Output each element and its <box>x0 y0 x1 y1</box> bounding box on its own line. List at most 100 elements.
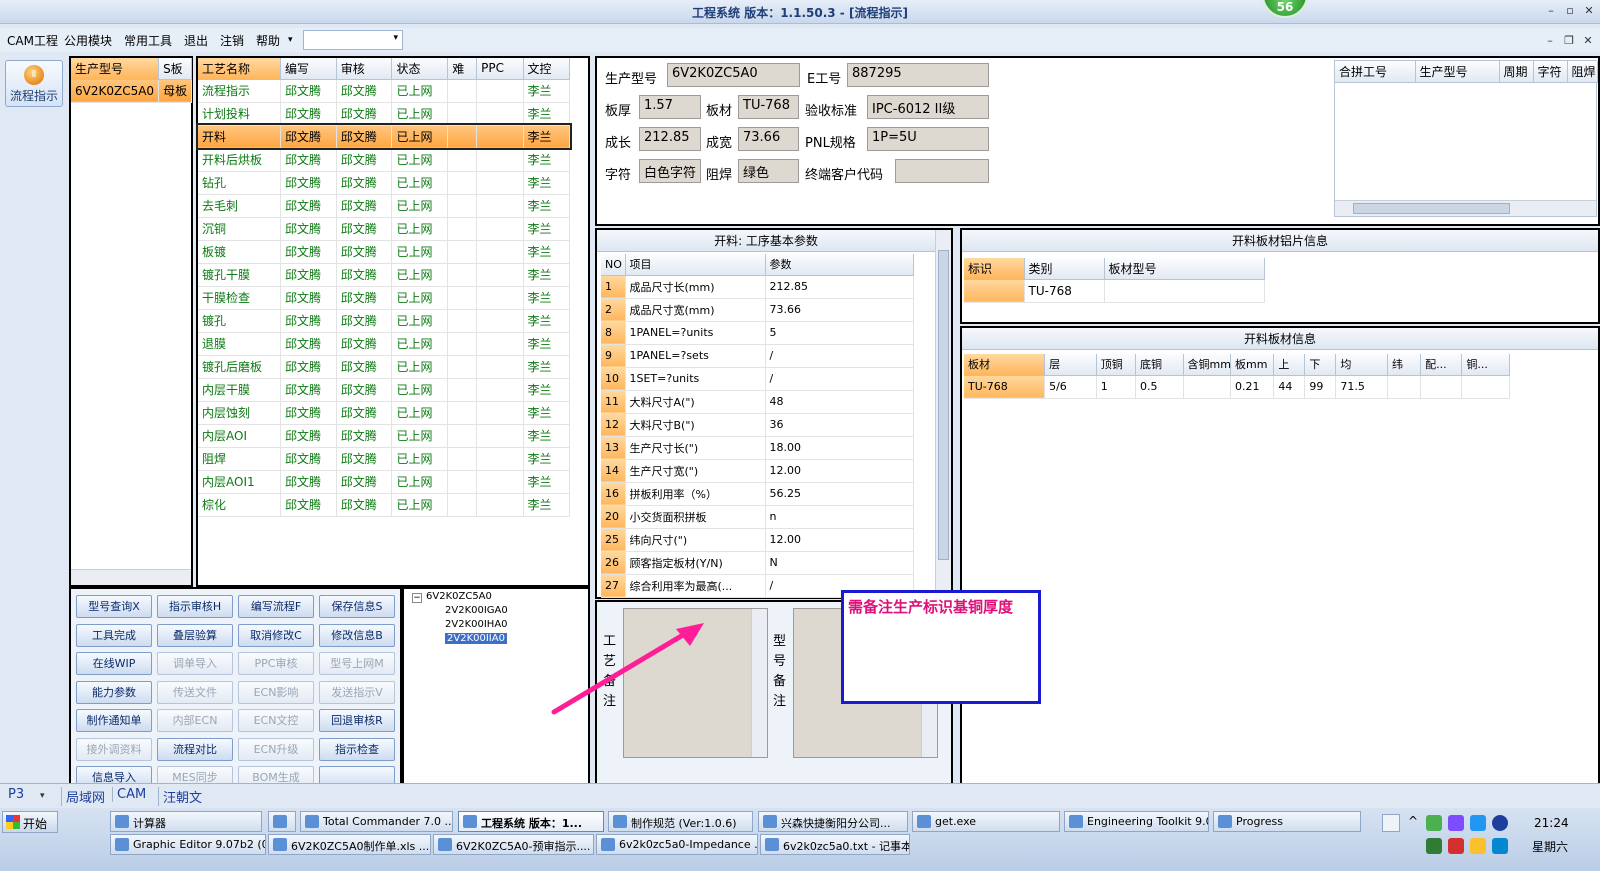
col-header[interactable]: 配... <box>1420 354 1463 376</box>
action-button[interactable]: 型号查询X <box>76 595 152 618</box>
table-row[interactable]: 镀孔干膜 邱文腾 邱文腾 已上网 李兰 <box>198 263 571 287</box>
action-button[interactable]: 接外调资料 <box>76 737 152 761</box>
table-row[interactable]: 干膜检查 邱文腾 邱文腾 已上网 李兰 <box>198 286 571 310</box>
vertical-scrollbar[interactable] <box>751 609 767 757</box>
taskbar-button[interactable]: 计算器 <box>110 811 262 832</box>
table-row[interactable]: 内层干膜 邱文腾 邱文腾 已上网 李兰 <box>198 378 571 402</box>
field-length[interactable]: 212.85 <box>639 127 701 151</box>
menu-common-tools[interactable]: 常用工具 <box>124 32 172 49</box>
col-header[interactable]: PPC <box>476 58 524 80</box>
tray-alert-icon[interactable] <box>1470 838 1486 854</box>
action-button[interactable]: 叠层验算 <box>157 623 233 647</box>
col-header[interactable]: 工艺名称 <box>198 58 282 80</box>
action-button[interactable]: ECN影响 <box>238 680 314 704</box>
col-header[interactable]: 难 <box>447 58 478 80</box>
shield-icon[interactable] <box>1426 838 1442 854</box>
col-header[interactable]: 周期 <box>1499 61 1534 83</box>
table-row[interactable]: 内层AOI 邱文腾 邱文腾 已上网 李兰 <box>198 424 571 448</box>
col-header[interactable]: 审核 <box>336 58 393 80</box>
tree-node[interactable]: 2V2K00IHA0 <box>445 619 508 630</box>
action-button[interactable]: 保存信息S <box>319 595 395 618</box>
table-row[interactable]: 6V2K0ZC5A0 母板 <box>71 79 193 103</box>
action-button[interactable]: 编写流程F <box>238 595 314 618</box>
menu-overflow-icon[interactable]: ▾ <box>288 35 293 45</box>
horizontal-scrollbar[interactable] <box>71 569 191 585</box>
taskbar-button[interactable]: 6V2K0ZC5A0-预审指示.... <box>433 834 594 855</box>
table-row[interactable]: 9 1PANEL=?sets / <box>601 344 914 368</box>
table-row[interactable]: 11 大料尺寸A(") 48 <box>601 390 914 414</box>
taskbar-button[interactable]: 工程系统 版本：1... <box>458 811 604 832</box>
taskbar-button[interactable]: Progress <box>1213 811 1361 832</box>
col-header[interactable]: 顶铜 <box>1096 354 1136 376</box>
menu-exit[interactable]: 退出 <box>184 32 208 49</box>
minimize-button[interactable]: – <box>1543 3 1559 19</box>
table-row[interactable]: 钻孔 邱文腾 邱文腾 已上网 李兰 <box>198 171 571 195</box>
action-button[interactable]: 流程对比 <box>157 737 233 761</box>
taskbar-button[interactable]: 6v2k0zc5a0.txt - 记事本 <box>760 834 910 855</box>
bluetooth-icon[interactable] <box>1492 815 1508 831</box>
action-button[interactable]: 内部ECN <box>157 709 233 732</box>
col-header[interactable]: 参数 <box>765 254 914 276</box>
status-page[interactable]: P3 <box>8 787 24 802</box>
col-header[interactable]: 板材型号 <box>1104 258 1265 280</box>
field-pnl[interactable]: 1P=5U <box>867 127 989 151</box>
taskbar-button[interactable]: 兴森快捷衡阳分公司... <box>758 811 908 832</box>
col-header[interactable]: 字符 <box>1533 61 1568 83</box>
col-header[interactable]: 铜... <box>1461 354 1510 376</box>
tree-node-selected[interactable]: 2V2K00IIA0 <box>445 633 507 644</box>
taskbar-button[interactable] <box>268 811 296 832</box>
field-standard[interactable]: IPC-6012 II级 <box>867 95 989 119</box>
table-row[interactable]: 8 1PANEL=?units 5 <box>601 321 914 345</box>
table-row[interactable]: 14 生产尺寸宽(") 12.00 <box>601 459 914 483</box>
tray-expand-icon[interactable]: ^ <box>1408 814 1418 828</box>
close-button[interactable]: ✕ <box>1581 3 1597 19</box>
table-row[interactable]: 内层蚀刻 邱文腾 邱文腾 已上网 李兰 <box>198 401 571 425</box>
table-row[interactable]: 2 成品尺寸宽(mm) 73.66 <box>601 298 914 322</box>
action-button[interactable]: 工具完成 <box>76 623 152 647</box>
col-header[interactable]: NO <box>601 254 626 276</box>
inner-minimize-button[interactable]: – <box>1542 33 1558 49</box>
action-button[interactable]: 发送指示V <box>319 680 395 704</box>
field-material[interactable]: TU-768 <box>738 95 799 119</box>
action-button[interactable]: PPC审核 <box>238 652 314 675</box>
col-header[interactable]: 板mm <box>1230 354 1275 376</box>
tray-app-icon[interactable] <box>1426 815 1442 831</box>
table-row[interactable]: TU-768 5/6 1 0.5 0.21 44 99 71.5 <box>964 375 1510 399</box>
taskbar-button[interactable]: 6v2k0zc5a0-Impedance ... <box>596 834 758 855</box>
field-thickness[interactable]: 1.57 <box>639 95 701 119</box>
table-row[interactable]: 13 生产尺寸长(") 18.00 <box>601 436 914 460</box>
field-soldermask[interactable]: 绿色 <box>738 159 799 183</box>
action-button[interactable]: 传送文件 <box>157 680 233 704</box>
taskbar-button[interactable]: 制作规范 (Ver:1.0.6) <box>608 811 753 832</box>
maximize-button[interactable]: ▫ <box>1562 3 1578 19</box>
col-header[interactable]: 生产型号 <box>1415 61 1500 83</box>
col-header[interactable]: 底铜 <box>1135 354 1184 376</box>
col-header[interactable]: 标识 <box>964 258 1025 280</box>
inner-close-button[interactable]: ✕ <box>1580 33 1596 49</box>
field-width[interactable]: 73.66 <box>738 127 799 151</box>
table-row[interactable]: TU-768 <box>964 279 1265 303</box>
field-customer-code[interactable] <box>895 159 989 183</box>
action-button[interactable]: 制作通知单 <box>76 709 152 732</box>
tree-toggle-icon[interactable]: − <box>412 593 422 603</box>
col-header[interactable]: 含铜mm <box>1183 354 1232 376</box>
table-row[interactable]: 阻焊 邱文腾 邱文腾 已上网 李兰 <box>198 447 571 471</box>
table-row[interactable]: 沉铜 邱文腾 邱文腾 已上网 李兰 <box>198 217 571 241</box>
table-row[interactable]: 25 纬向尺寸(") 12.00 <box>601 528 914 552</box>
table-row[interactable]: 板镀 邱文腾 邱文腾 已上网 李兰 <box>198 240 571 264</box>
table-row[interactable]: 镀孔 邱文腾 邱文腾 已上网 李兰 <box>198 309 571 333</box>
col-header[interactable]: 阻焊 <box>1567 61 1598 83</box>
table-row[interactable]: 开料 邱文腾 邱文腾 已上网 李兰 <box>196 123 572 150</box>
table-row[interactable]: 流程指示 邱文腾 邱文腾 已上网 李兰 <box>198 79 571 103</box>
action-button[interactable]: 指示检查 <box>319 737 395 761</box>
taskbar-button[interactable]: Engineering Toolkit 9.0... <box>1064 811 1209 832</box>
tray-network-icon[interactable] <box>1470 815 1486 831</box>
menu-help[interactable]: 帮助 <box>256 32 280 49</box>
field-e-number[interactable]: 887295 <box>847 63 989 87</box>
col-header[interactable]: 板材 <box>964 354 1046 376</box>
table-row[interactable]: 20 小交货面积拼板 n <box>601 505 914 529</box>
col-header[interactable]: 下 <box>1304 354 1337 376</box>
action-button[interactable]: 修改信息B <box>319 623 395 647</box>
table-row[interactable]: 1 成品尺寸长(mm) 212.85 <box>601 275 914 299</box>
taskbar-button[interactable]: Graphic Editor 9.07b2 (0... <box>110 834 266 855</box>
